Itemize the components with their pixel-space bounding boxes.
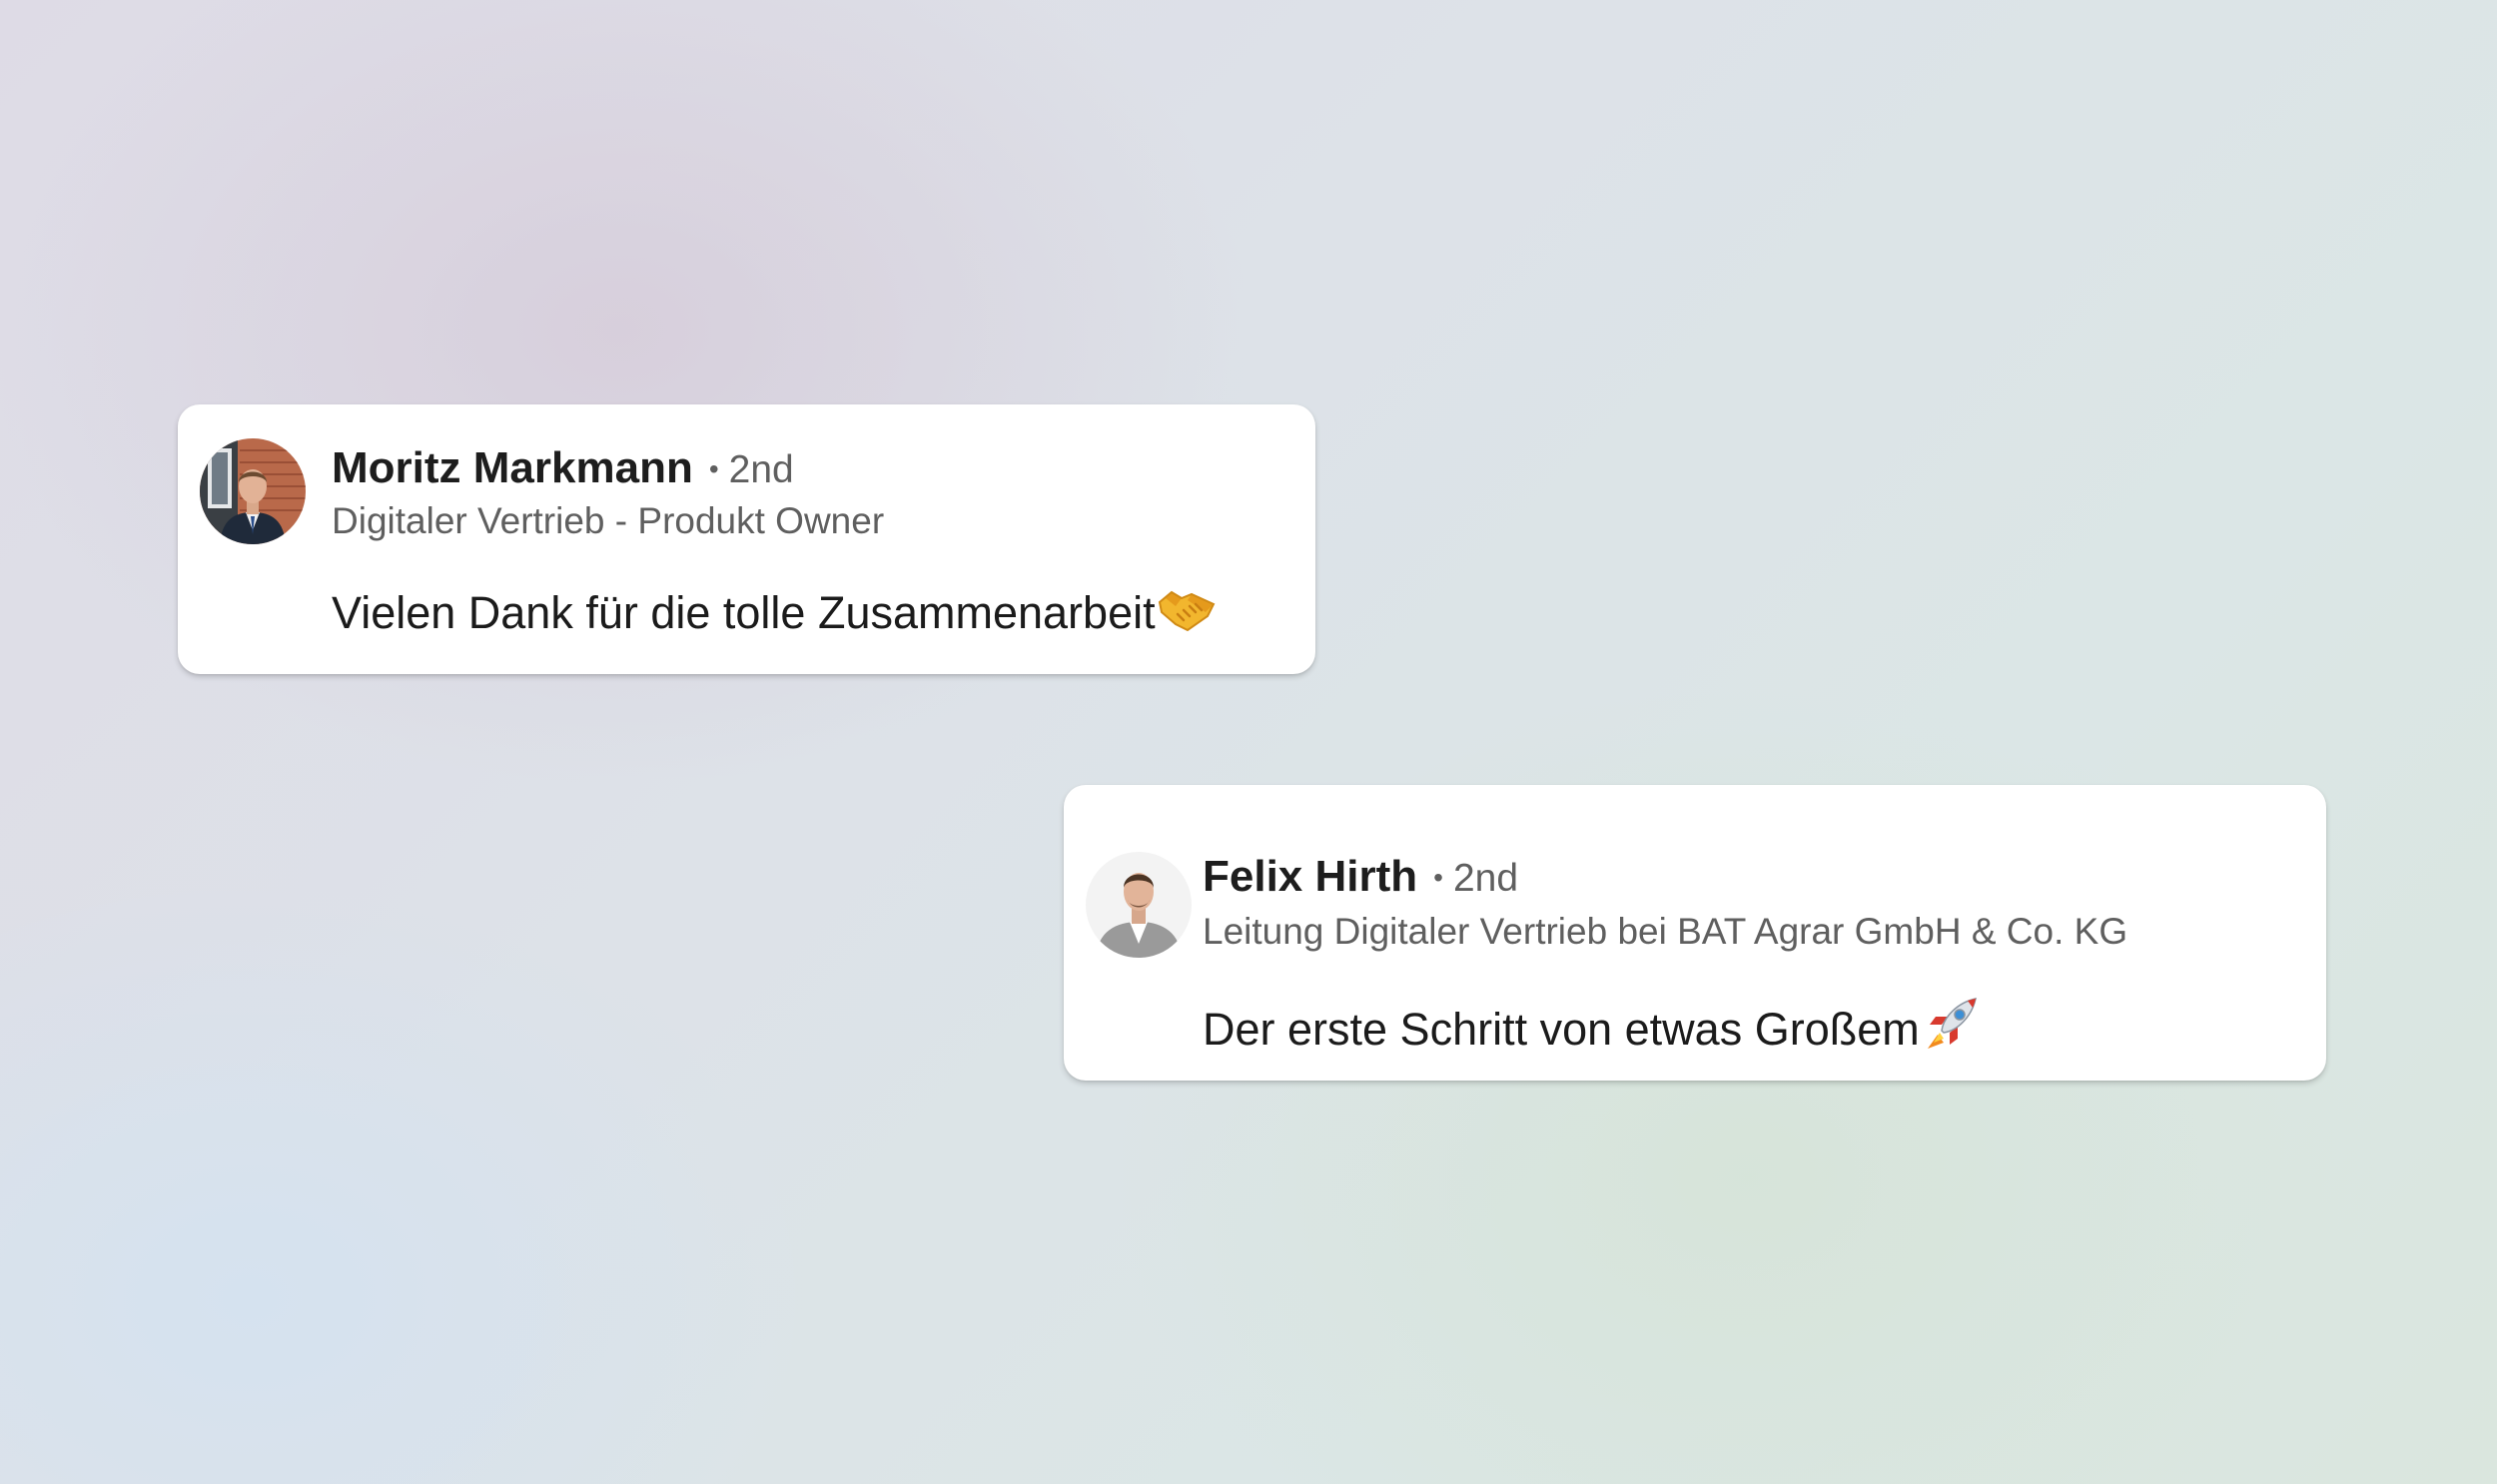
handshake-icon — [1158, 584, 1216, 641]
comment-card: Felix Hirth • 2nd Leitung Digitaler Vertri… — [1064, 785, 2326, 1081]
comment-message: Vielen Dank für die tolle Zusammenarbeit — [332, 587, 1156, 638]
separator-dot: • — [708, 453, 719, 484]
avatar[interactable] — [200, 438, 306, 544]
author-headline: Leitung Digitaler Vertrieb bei BAT Agrar… — [1203, 911, 2128, 952]
author-name[interactable]: Felix Hirth — [1203, 852, 1417, 901]
comment-text: Vielen Dank für die tolle Zusammenarbeit — [332, 584, 1216, 641]
comment-message: Der erste Schritt von etwas Großem — [1203, 1004, 1920, 1055]
comment-header: Moritz Markmann • 2nd — [332, 446, 794, 490]
connection-degree: 2nd — [1452, 857, 1519, 900]
author-name[interactable]: Moritz Markmann — [332, 443, 693, 492]
avatar[interactable] — [1086, 852, 1192, 958]
comment-text: Der erste Schritt von etwas Großem — [1203, 995, 1980, 1058]
separator-dot: • — [1433, 862, 1443, 893]
comment-header: Felix Hirth • 2nd — [1203, 855, 1518, 899]
connection-degree: 2nd — [728, 448, 794, 491]
comment-card: Moritz Markmann • 2nd Digitaler Vertrieb -… — [178, 404, 1315, 674]
rocket-icon — [1922, 995, 1980, 1058]
author-headline: Digitaler Vertrieb - Produkt Owner — [332, 500, 885, 541]
